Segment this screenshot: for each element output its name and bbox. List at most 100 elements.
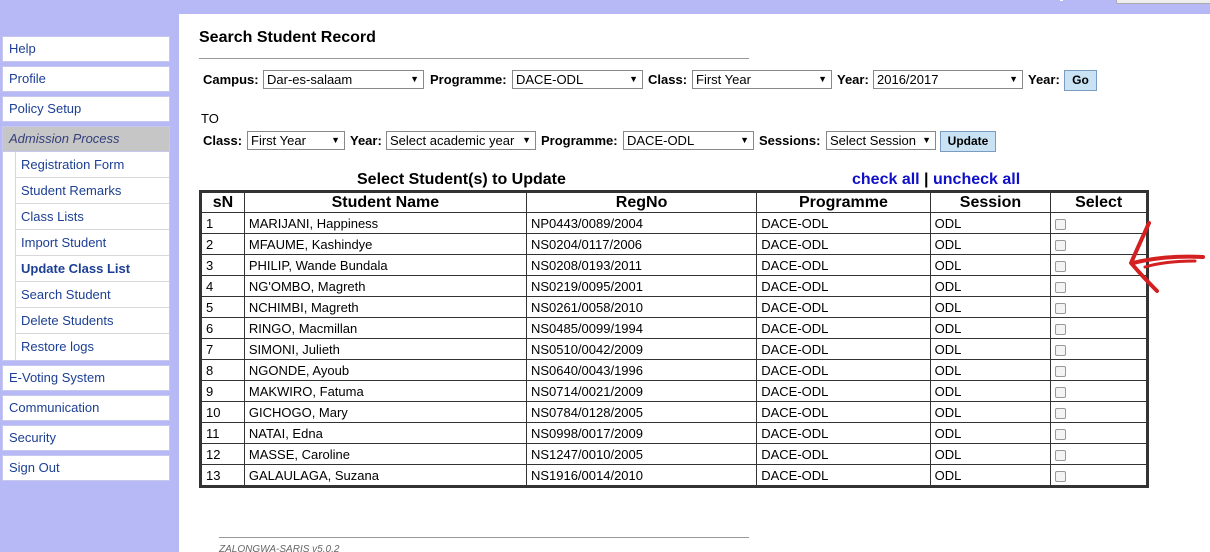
subitem-student-remarks[interactable]: Student Remarks xyxy=(15,178,169,204)
cell-programme: DACE-ODL xyxy=(757,318,930,338)
programme-to-select[interactable]: DACE-ODL ▼ xyxy=(623,131,754,150)
select-checkbox[interactable] xyxy=(1055,470,1067,482)
cell-name: PHILIP, Wande Bundala xyxy=(244,255,526,275)
subitem-registration-form[interactable]: Registration Form xyxy=(15,152,169,178)
sessions-label: Sessions: xyxy=(759,133,821,148)
programme-to-label: Programme: xyxy=(541,133,618,148)
year-value: 2016/2017 xyxy=(877,72,939,87)
select-checkbox[interactable] xyxy=(1055,386,1067,398)
header-sn: sN xyxy=(202,193,244,212)
class-select[interactable]: First Year ▼ xyxy=(692,70,832,89)
cell-name: MARIJANI, Happiness xyxy=(244,213,526,233)
cell-regno: NS0208/0193/2011 xyxy=(526,255,757,275)
select-checkbox[interactable] xyxy=(1055,449,1067,461)
cell-regno: NS0714/0021/2009 xyxy=(526,381,757,401)
campus-value: Dar-es-salaam xyxy=(267,72,353,87)
chevron-down-icon: ▼ xyxy=(410,74,419,84)
select-checkbox[interactable] xyxy=(1055,260,1067,272)
cell-select xyxy=(1051,297,1146,317)
class-value: First Year xyxy=(696,72,751,87)
check-all-link[interactable]: check all xyxy=(852,171,920,189)
subitem-class-lists[interactable]: Class Lists xyxy=(15,204,169,230)
uncheck-all-link[interactable]: uncheck all xyxy=(933,171,1020,189)
programme-select[interactable]: DACE-ODL ▼ xyxy=(512,70,643,89)
cell-sn: 10 xyxy=(202,402,244,422)
cell-regno: NP0443/0089/2004 xyxy=(526,213,757,233)
cell-regno: NS0261/0058/2010 xyxy=(526,297,757,317)
subitem-restore-logs[interactable]: Restore logs xyxy=(15,334,169,360)
sessions-select[interactable]: Select Session ▼ xyxy=(826,131,936,150)
select-checkbox[interactable] xyxy=(1055,239,1067,251)
select-checkbox[interactable] xyxy=(1055,428,1067,440)
sidebar-item-admission-process[interactable]: Admission Process xyxy=(2,126,170,152)
cell-session: ODL xyxy=(930,444,1051,464)
update-button[interactable]: Update xyxy=(940,131,996,152)
cell-programme: DACE-ODL xyxy=(757,339,930,359)
sidebar-item-help[interactable]: Help xyxy=(2,36,170,62)
class-to-select[interactable]: First Year ▼ xyxy=(247,131,345,150)
year-label: Year: xyxy=(837,72,869,87)
select-checkbox[interactable] xyxy=(1055,302,1067,314)
cell-session: ODL xyxy=(930,360,1051,380)
sidebar-item-profile[interactable]: Profile xyxy=(2,66,170,92)
cell-regno: NS0640/0043/1996 xyxy=(526,360,757,380)
cell-regno: NS0485/0099/1994 xyxy=(526,318,757,338)
subitem-update-class-list[interactable]: Update Class List xyxy=(15,256,169,282)
cell-select xyxy=(1051,339,1146,359)
chevron-down-icon: ▼ xyxy=(331,135,340,145)
select-checkbox[interactable] xyxy=(1055,218,1067,230)
cell-programme: DACE-ODL xyxy=(757,381,930,401)
class-label: Class: xyxy=(648,72,688,87)
cell-name: NATAI, Edna xyxy=(244,423,526,443)
top-select-partial[interactable] xyxy=(1116,0,1210,4)
campus-label: Campus: xyxy=(203,72,259,87)
cell-select xyxy=(1051,402,1146,422)
cell-session: ODL xyxy=(930,423,1051,443)
sidebar-item-policy-setup[interactable]: Policy Setup xyxy=(2,96,170,122)
cell-regno: NS0510/0042/2009 xyxy=(526,339,757,359)
title-divider xyxy=(199,58,749,59)
sidebar-item-communication[interactable]: Communication xyxy=(2,395,170,421)
programme-value: DACE-ODL xyxy=(516,72,584,87)
subitem-delete-students[interactable]: Delete Students xyxy=(15,308,169,334)
cell-name: GALAULAGA, Suzana xyxy=(244,465,526,485)
campus-select[interactable]: Dar-es-salaam ▼ xyxy=(263,70,424,89)
cell-programme: DACE-ODL xyxy=(757,297,930,317)
cell-session: ODL xyxy=(930,339,1051,359)
cell-name: MFAUME, Kashindye xyxy=(244,234,526,254)
top-dot xyxy=(1060,0,1063,1)
cell-programme: DACE-ODL xyxy=(757,360,930,380)
table-row: 4 NG'OMBO, Magreth NS0219/0095/2001 DACE-OD… xyxy=(202,276,1146,296)
cell-sn: 11 xyxy=(202,423,244,443)
sidebar-item-sign-out[interactable]: Sign Out xyxy=(2,455,170,481)
table-row: 1 MARIJANI, Happiness NP0443/0089/2004 DACE… xyxy=(202,213,1146,233)
chevron-down-icon: ▼ xyxy=(629,74,638,84)
chevron-down-icon: ▼ xyxy=(818,74,827,84)
year-select[interactable]: 2016/2017 ▼ xyxy=(873,70,1023,89)
cell-name: MASSE, Caroline xyxy=(244,444,526,464)
go-button[interactable]: Go xyxy=(1064,70,1097,91)
chevron-down-icon: ▼ xyxy=(522,135,531,145)
cell-session: ODL xyxy=(930,297,1051,317)
select-checkbox[interactable] xyxy=(1055,281,1067,293)
select-checkbox[interactable] xyxy=(1055,323,1067,335)
sidebar-item-e-voting[interactable]: E-Voting System xyxy=(2,365,170,391)
year-to-select[interactable]: Select academic year ▼ xyxy=(386,131,536,150)
cell-regno: NS0219/0095/2001 xyxy=(526,276,757,296)
year-to-label: Year: xyxy=(350,133,382,148)
page-title: Search Student Record xyxy=(199,29,376,46)
cell-sn: 3 xyxy=(202,255,244,275)
cell-session: ODL xyxy=(930,234,1051,254)
cell-session: ODL xyxy=(930,318,1051,338)
subitem-search-student[interactable]: Search Student xyxy=(15,282,169,308)
select-checkbox[interactable] xyxy=(1055,407,1067,419)
select-checkbox[interactable] xyxy=(1055,344,1067,356)
class-to-label: Class: xyxy=(203,133,243,148)
select-checkbox[interactable] xyxy=(1055,365,1067,377)
sidebar-item-security[interactable]: Security xyxy=(2,425,170,451)
top-strip xyxy=(0,0,1210,14)
cell-programme: DACE-ODL xyxy=(757,255,930,275)
cell-name: NGONDE, Ayoub xyxy=(244,360,526,380)
subitem-import-student[interactable]: Import Student xyxy=(15,230,169,256)
table-row: 5 NCHIMBI, Magreth NS0261/0058/2010 DACE-OD… xyxy=(202,297,1146,317)
